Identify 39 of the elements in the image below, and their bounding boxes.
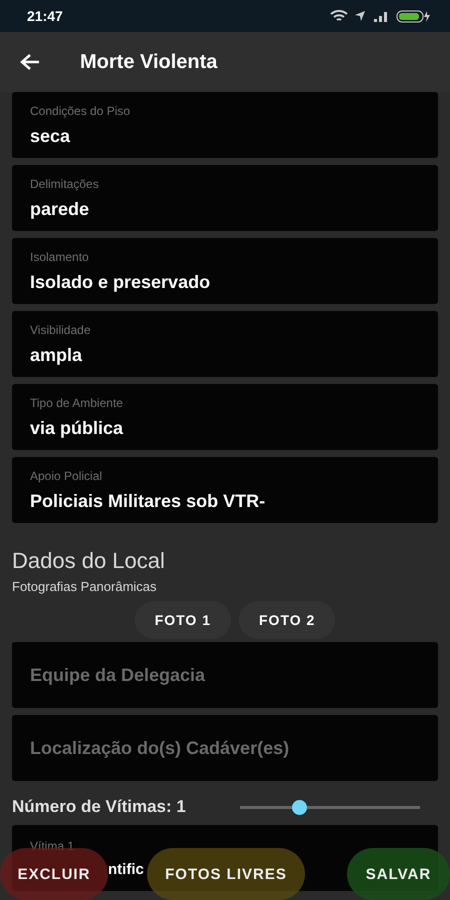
form-field[interactable]: Apoio Policial Policiais Militares sob VTR- xyxy=(12,457,438,523)
field-value: via pública xyxy=(30,418,124,438)
field-value: Policiais Militares sob VTR- xyxy=(30,490,266,512)
input-field[interactable]: Equipe da Delegacia xyxy=(12,642,438,708)
field-placeholder: Equipe da Delegacia xyxy=(30,664,206,686)
field-label: Visibilidade xyxy=(30,322,92,336)
form-field[interactable]: Isolamento Isolado e preservado xyxy=(12,238,438,304)
field-value: Isolado e preservado xyxy=(30,272,212,292)
field-label: Isolamento xyxy=(30,250,90,264)
input-field[interactable]: Localização do(s) Cadáver(es) xyxy=(12,715,438,781)
field-label: Condições do Piso xyxy=(30,104,132,118)
back-icon[interactable] xyxy=(20,53,40,71)
location-icon xyxy=(354,10,366,22)
status-time: 21:47 xyxy=(27,8,63,24)
section-title: Dados do Local xyxy=(12,548,166,574)
victims-label: Número de Vítimas: 1 xyxy=(12,797,186,817)
signal-icon xyxy=(372,10,390,22)
field-value: ntific xyxy=(108,860,144,878)
field-placeholder: Localização do(s) Cadáver(es) xyxy=(30,738,290,758)
form-field[interactable]: Visibilidade ampla xyxy=(12,311,438,377)
field-value: seca xyxy=(30,126,72,146)
screen-title: Morte Violenta xyxy=(80,50,218,74)
wifi-icon xyxy=(330,10,348,22)
slider-thumb[interactable] xyxy=(292,800,308,814)
field-label: Delimitações xyxy=(30,176,100,190)
section-subtitle: Fotografias Panorâmicas xyxy=(12,579,158,594)
field-label: Tipo de Ambiente xyxy=(30,396,124,410)
photo-button[interactable]: FOTO 1 xyxy=(134,601,231,639)
form-field[interactable]: Condições do Piso seca xyxy=(12,92,438,158)
form-field[interactable]: Delimitações parede xyxy=(12,165,438,231)
field-value: ampla xyxy=(30,344,84,366)
field-label: Apoio Policial xyxy=(30,468,104,482)
action-button[interactable]: SALVAR xyxy=(347,848,450,900)
photo-button[interactable]: FOTO 2 xyxy=(239,601,336,639)
action-button[interactable]: EXCLUIR xyxy=(0,848,108,900)
field-value: parede xyxy=(30,198,90,220)
action-button[interactable]: FOTOS LIVRES xyxy=(147,848,305,900)
form-field[interactable]: Tipo de Ambiente via pública xyxy=(12,384,438,450)
battery-icon xyxy=(396,10,432,22)
